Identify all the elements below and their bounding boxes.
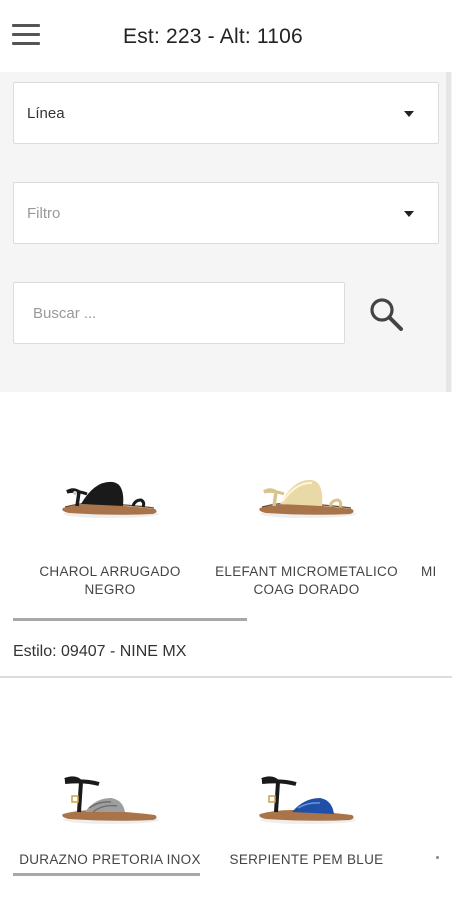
filtro-dropdown[interactable]: Filtro: [13, 182, 439, 244]
product-card[interactable]: CHAROL ARRUGADO NEGRO: [13, 392, 207, 612]
product-name: DURAZNO PRETORIA INOX: [19, 852, 201, 867]
menu-bar: [12, 24, 40, 27]
filtro-dropdown-placeholder: Filtro: [27, 205, 61, 222]
menu-bar: [12, 33, 40, 36]
app-header: Est: 223 - Alt: 1106: [0, 0, 452, 72]
product-card[interactable]: SERPIENTE PEM BLUE: [210, 678, 403, 878]
sandal-image: [62, 776, 159, 824]
carousel-indicator: [13, 873, 200, 876]
product-name: MI: [421, 564, 437, 579]
search-input[interactable]: [13, 282, 345, 344]
carousel-dot: [436, 856, 439, 859]
search-button[interactable]: [366, 294, 406, 334]
product-card[interactable]: ELEFANT MICROMETALICO COAG DORADO: [210, 392, 403, 612]
product-name: ELEFANT MICROMETALICO COAG DORADO: [215, 564, 398, 597]
product-name: SERPIENTE PEM BLUE: [229, 852, 384, 867]
caret-down-icon: [404, 111, 414, 117]
product-card[interactable]: DURAZNO PRETORIA INOX: [13, 678, 207, 878]
menu-bar: [12, 42, 40, 45]
style-label: Estilo: 09407 - NINE MX: [13, 643, 187, 660]
hamburger-menu-icon[interactable]: [12, 22, 42, 48]
product-section: DURAZNO PRETORIA INOX SERPIENTE PEM BLUE: [0, 678, 452, 900]
sandal-image: [62, 481, 159, 518]
page-title: Est: 223 - Alt: 1106: [123, 25, 303, 48]
carousel-indicator: [13, 618, 247, 621]
caret-down-icon: [404, 211, 414, 217]
sandal-image: [258, 479, 356, 518]
product-card[interactable]: MI: [408, 392, 452, 612]
magnifier-icon: [370, 298, 403, 331]
product-name: CHAROL ARRUGADO NEGRO: [39, 564, 181, 597]
linea-dropdown[interactable]: Línea: [13, 82, 439, 144]
sandal-image: [258, 776, 356, 824]
product-section: CHAROL ARRUGADO NEGRO ELEFANT MICROMETAL…: [0, 392, 452, 676]
filter-panel: Línea Filtro: [0, 72, 452, 392]
linea-dropdown-label: Línea: [27, 105, 65, 122]
